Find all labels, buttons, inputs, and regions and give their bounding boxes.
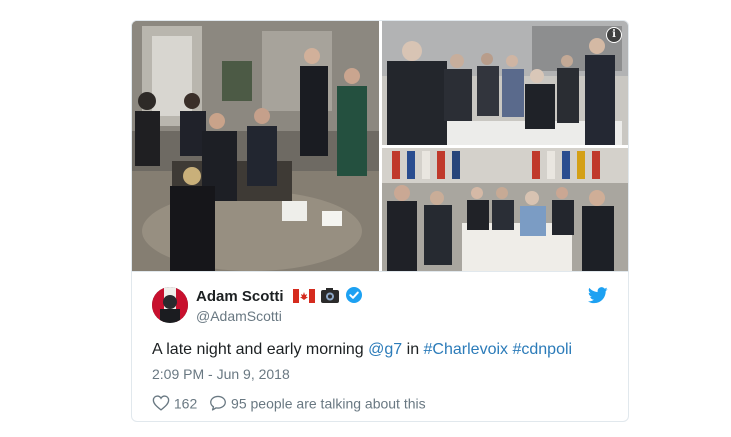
embedded-tweet-card[interactable]: i Adam Scotti @AdamScotti A late night a… <box>131 20 629 422</box>
conversation-action[interactable]: 95 people are talking about this <box>209 394 426 411</box>
speech-bubble-icon <box>210 395 227 411</box>
tweet-text-segment: A late night and early morning <box>152 341 369 358</box>
author-handle[interactable]: @AdamScotti <box>196 308 282 324</box>
camera-icon <box>320 288 339 307</box>
photo-hotel-room[interactable] <box>132 21 379 271</box>
author-name[interactable]: Adam Scotti <box>196 288 284 305</box>
photo-leaders-table[interactable]: i <box>382 21 628 145</box>
canada-flag-icon <box>292 289 315 307</box>
hashtag-link-charlevoix[interactable]: #Charlevoix <box>424 341 508 358</box>
like-count: 162 <box>173 394 198 411</box>
mention-link[interactable]: @g7 <box>368 341 402 358</box>
photo-leaders-flags[interactable] <box>382 148 628 271</box>
heart-icon <box>152 395 170 411</box>
media-grid: i <box>132 21 628 271</box>
like-action[interactable]: 162 <box>152 394 197 411</box>
info-icon[interactable]: i <box>606 27 622 43</box>
avatar[interactable] <box>152 287 188 323</box>
author-name-row[interactable]: Adam Scotti <box>196 287 363 307</box>
hashtag-link-cdnpoli[interactable]: #cdnpoli <box>512 341 572 358</box>
media-divider <box>132 271 628 272</box>
conversation-text: 95 people are talking about this <box>231 394 426 411</box>
twitter-bird-icon[interactable] <box>588 287 608 305</box>
tweet-text: A late night and early morning @g7 in #C… <box>152 341 572 359</box>
tweet-timestamp[interactable]: 2:09 PM - Jun 9, 2018 <box>152 366 290 382</box>
verified-badge-icon <box>346 287 363 307</box>
tweet-text-segment: in <box>402 341 424 358</box>
tweet-actions: 162 95 people are talking about this <box>152 393 434 411</box>
